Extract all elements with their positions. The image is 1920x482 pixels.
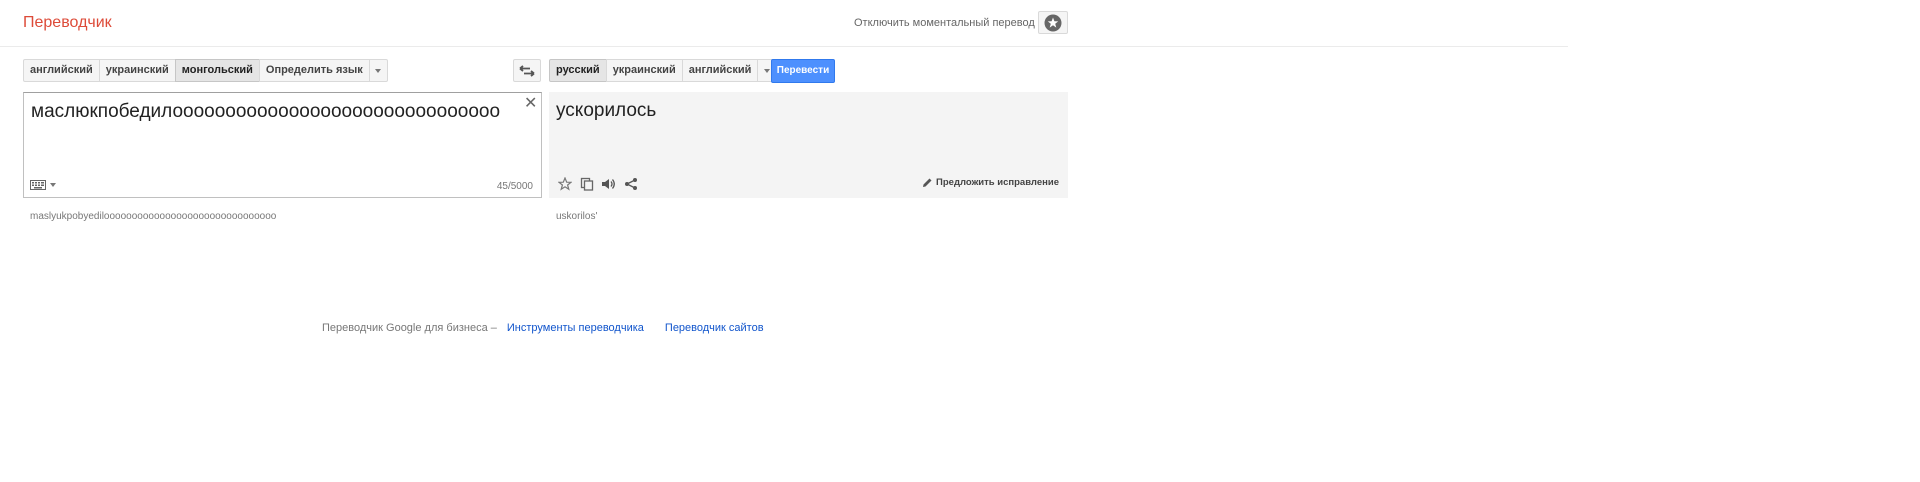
website-translator-link[interactable]: Переводчик сайтов [665,322,764,334]
translator-toolkit-link[interactable]: Инструменты переводчика [507,322,644,334]
suggest-edit-button[interactable]: Предложить исправление [922,177,1059,188]
chevron-down-icon [375,68,382,73]
source-text-area[interactable]: маслюкпобедилооооооооооооооооооооооооооо… [23,92,542,198]
target-language-bar: русский украинский английский [549,59,777,82]
keyboard-icon [30,180,46,190]
character-count: 45/5000 [496,181,533,192]
swap-languages-button[interactable] [513,59,541,82]
speaker-icon[interactable] [601,176,616,191]
chevron-down-icon [50,183,56,187]
target-lang-russian[interactable]: русский [549,59,607,82]
header-divider [0,46,1568,47]
source-lang-mongolian[interactable]: монгольский [174,59,260,82]
source-lang-ukrainian[interactable]: украинский [98,59,176,82]
chevron-down-icon [763,68,770,73]
swap-icon [519,64,535,77]
star-icon [1044,14,1062,31]
source-text[interactable]: маслюкпобедилооооооооооооооооооооооооооо… [31,101,500,123]
source-lang-english[interactable]: английский [23,59,100,82]
translation-result-area: ускорилось Предложить исправление [549,92,1068,198]
source-lang-detect[interactable]: Определить язык [258,59,370,82]
instant-translation-toggle[interactable]: Отключить моментальный перевод [854,17,1035,29]
clear-icon[interactable]: ✕ [524,96,537,112]
suggest-edit-label: Предложить исправление [936,177,1059,188]
footer: Переводчик Google для бизнеса – Инструме… [322,322,764,334]
result-toolbar [557,176,638,191]
footer-business-text: Переводчик Google для бизнеса – [322,322,497,334]
target-lang-english[interactable]: английский [681,59,759,82]
source-transliteration: maslyukpobyedilooooooooooooooooooooooooo… [30,211,277,222]
copy-icon[interactable] [579,176,594,191]
source-lang-dropdown[interactable] [368,59,388,82]
input-tools-button[interactable] [30,180,56,190]
starred-phrasebook-button[interactable] [1038,11,1068,34]
target-lang-ukrainian[interactable]: украинский [605,59,683,82]
app-logo[interactable]: Переводчик [23,14,112,32]
source-language-bar: английский украинский монгольский Опреде… [23,59,388,82]
star-icon[interactable] [557,176,572,191]
translation-text: ускорилось [556,100,657,121]
pencil-icon [923,178,932,187]
translate-button[interactable]: Перевести [771,59,835,83]
share-icon[interactable] [623,176,638,191]
translation-transliteration: uskorilos' [556,211,598,222]
